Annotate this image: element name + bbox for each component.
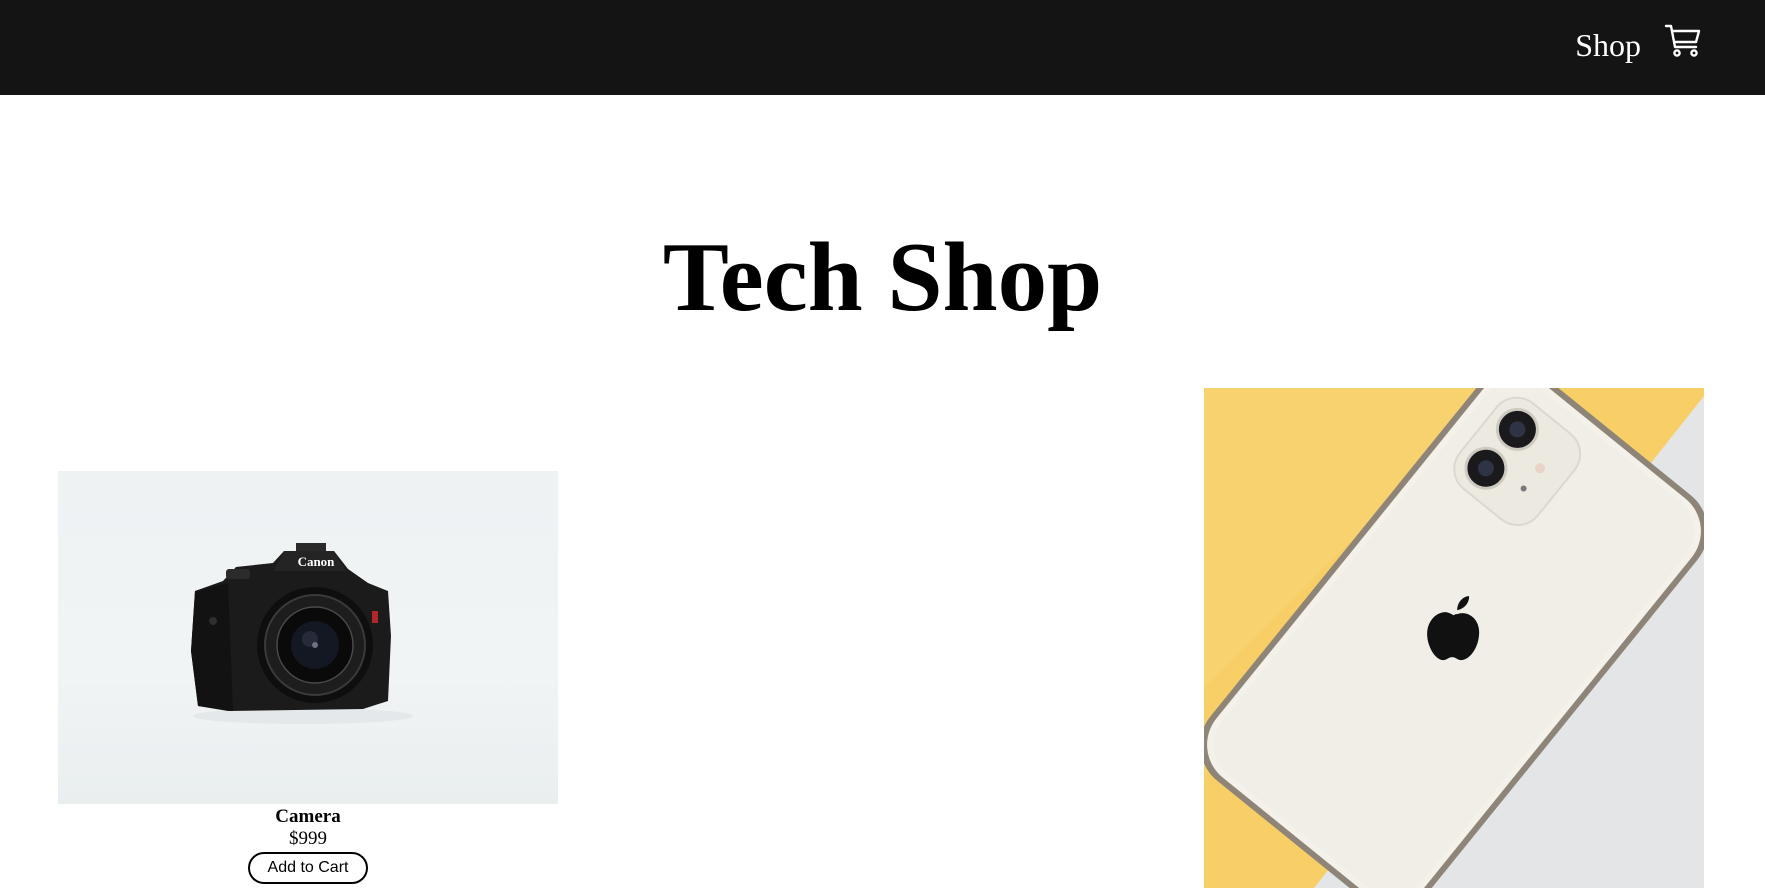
phone-product-image[interactable]	[1204, 388, 1704, 888]
product-name: Camera	[275, 806, 341, 827]
camera-illustration: Canon	[191, 543, 413, 724]
product-price: $999	[289, 828, 327, 849]
camera-product-image[interactable]: Canon	[58, 471, 558, 804]
product-card-phone	[1204, 388, 1704, 888]
cart-icon[interactable]	[1663, 20, 1703, 60]
top-nav-bar: Shop	[0, 0, 1765, 95]
smartphone-illustration	[1204, 388, 1704, 888]
nav-shop-link[interactable]: Shop	[1575, 22, 1641, 68]
svg-text:Canon: Canon	[298, 554, 336, 569]
page-title: Tech Shop	[662, 223, 1103, 332]
add-to-cart-button[interactable]: Add to Cart	[247, 852, 369, 884]
product-card-camera: Canon Camera $999 Add to Cart	[58, 471, 558, 884]
